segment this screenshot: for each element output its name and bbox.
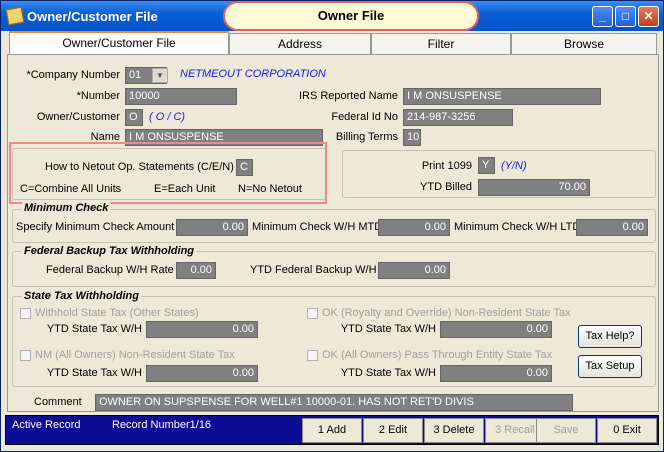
federal-id-field[interactable]: 214-987-3256	[403, 109, 513, 126]
maximize-button[interactable]: □	[615, 6, 636, 27]
ytd-state-tax-label-3: YTD State Tax W/H	[46, 367, 142, 379]
add-button[interactable]: 1 Add	[302, 418, 362, 443]
owner-customer-panel: *Company Number 01 ▼ NETMEOUT CORPORATIO…	[7, 54, 659, 412]
tab-owner-customer-file[interactable]: Owner/Customer File	[9, 31, 229, 55]
billing-terms-field[interactable]: 10	[403, 129, 421, 146]
state-tax-title: State Tax Withholding	[22, 290, 141, 302]
withhold-other-label: Withhold State Tax (Other States)	[35, 307, 199, 319]
irs-name-field[interactable]: I M ONSUSPENSE	[403, 88, 601, 105]
exit-button[interactable]: 0 Exit	[597, 418, 657, 443]
comment-label: Comment	[34, 396, 82, 408]
active-record-status: Active Record	[12, 419, 81, 431]
min-check-ltd-label: Minimum Check W/H LTD	[454, 221, 581, 233]
ytd-state-tax-field-4[interactable]: 0.00	[440, 365, 552, 382]
delete-button[interactable]: 3 Delete	[424, 418, 484, 443]
nm-label: NM (All Owners) Non-Resident State Tax	[35, 349, 235, 361]
backup-rate-field[interactable]: 0.00	[176, 262, 216, 279]
netout-legend-c: C=Combine All Units	[20, 183, 122, 195]
tax-help-button[interactable]: Tax Help?	[578, 325, 642, 348]
record-number-status: Record Number1/16	[112, 419, 212, 431]
status-bar: Active Record Record Number1/16 1 Add 2 …	[5, 415, 659, 445]
number-label: *Number	[76, 90, 120, 102]
min-check-ltd-field[interactable]: 0.00	[576, 219, 648, 236]
owner-customer-label: Owner/Customer	[36, 111, 120, 123]
netout-field[interactable]: C	[236, 159, 253, 176]
pencil-app-icon	[5, 6, 25, 26]
owner-customer-hint: ( O / C)	[149, 111, 186, 123]
backup-title: Federal Backup Tax Withholding	[22, 245, 197, 257]
withhold-other-checkbox[interactable]	[20, 308, 31, 319]
owner-file-window: Owner/Customer File Owner File _ □ ✕ Own…	[0, 0, 664, 452]
ok-royalty-checkbox[interactable]	[307, 308, 318, 319]
minimum-check-title: Minimum Check	[22, 202, 111, 214]
ytd-state-tax-label-1: YTD State Tax W/H	[46, 323, 142, 335]
ytd-state-tax-field-2[interactable]: 0.00	[440, 321, 552, 338]
print1099-hint: (Y/N)	[501, 160, 527, 172]
company-number-label: *Company Number	[26, 69, 120, 81]
ytd-billed-field[interactable]: 70.00	[478, 179, 590, 196]
federal-id-label: Federal Id No	[331, 111, 398, 123]
edit-button[interactable]: 2 Edit	[363, 418, 423, 443]
save-button[interactable]: Save	[536, 418, 596, 443]
owner-file-banner: Owner File	[223, 1, 479, 31]
close-button[interactable]: ✕	[638, 6, 659, 27]
tab-browse[interactable]: Browse	[511, 33, 657, 55]
ytd-state-tax-label-4: YTD State Tax W/H	[340, 367, 436, 379]
tab-filter[interactable]: Filter	[371, 33, 511, 55]
owner-customer-field[interactable]: O	[125, 109, 143, 126]
backup-ytd-field[interactable]: 0.00	[378, 262, 450, 279]
min-check-mtd-field[interactable]: 0.00	[378, 219, 450, 236]
ok-royalty-label: OK (Royalty and Override) Non-Resident S…	[322, 307, 571, 319]
ytd-state-tax-label-2: YTD State Tax W/H	[340, 323, 436, 335]
ytd-state-tax-field-3[interactable]: 0.00	[146, 365, 258, 382]
netout-legend-e: E=Each Unit	[154, 183, 216, 195]
irs-name-label: IRS Reported Name	[298, 90, 398, 102]
specify-min-check-label: Specify Minimum Check Amount	[16, 221, 175, 233]
minimize-button[interactable]: _	[592, 6, 613, 27]
print1099-field[interactable]: Y	[478, 157, 495, 174]
number-field[interactable]: 10000	[125, 88, 237, 105]
ytd-billed-label: YTD Billed	[420, 181, 472, 193]
ok-pass-label: OK (All Owners) Pass Through Entity Stat…	[322, 349, 553, 361]
print1099-label: Print 1099	[421, 160, 472, 172]
netout-label: How to Netout Op. Statements (C/E/N)	[45, 161, 234, 173]
tab-address[interactable]: Address	[229, 33, 371, 55]
ok-pass-checkbox[interactable]	[307, 350, 318, 361]
tab-bar: Owner/Customer File Address Filter Brows…	[7, 31, 659, 55]
window-title: Owner/Customer File	[27, 9, 158, 24]
comment-field[interactable]: OWNER ON SUPSPENSE FOR WELL#1 10000-01. …	[95, 394, 573, 411]
title-bar: Owner/Customer File Owner File _ □ ✕	[1, 1, 663, 31]
min-check-mtd-label: Minimum Check W/H MTD	[252, 221, 383, 233]
backup-ytd-label: YTD Federal Backup W/H	[250, 264, 377, 276]
netout-legend-n: N=No Netout	[238, 183, 302, 195]
nm-checkbox[interactable]	[20, 350, 31, 361]
specify-min-check-field[interactable]: 0.00	[176, 219, 248, 236]
tax-setup-button[interactable]: Tax Setup	[578, 355, 642, 378]
ytd-state-tax-field-1[interactable]: 0.00	[146, 321, 258, 338]
chevron-down-icon[interactable]: ▼	[152, 68, 168, 83]
backup-rate-label: Federal Backup W/H Rate	[46, 264, 174, 276]
company-name: NETMEOUT CORPORATION	[180, 68, 326, 80]
